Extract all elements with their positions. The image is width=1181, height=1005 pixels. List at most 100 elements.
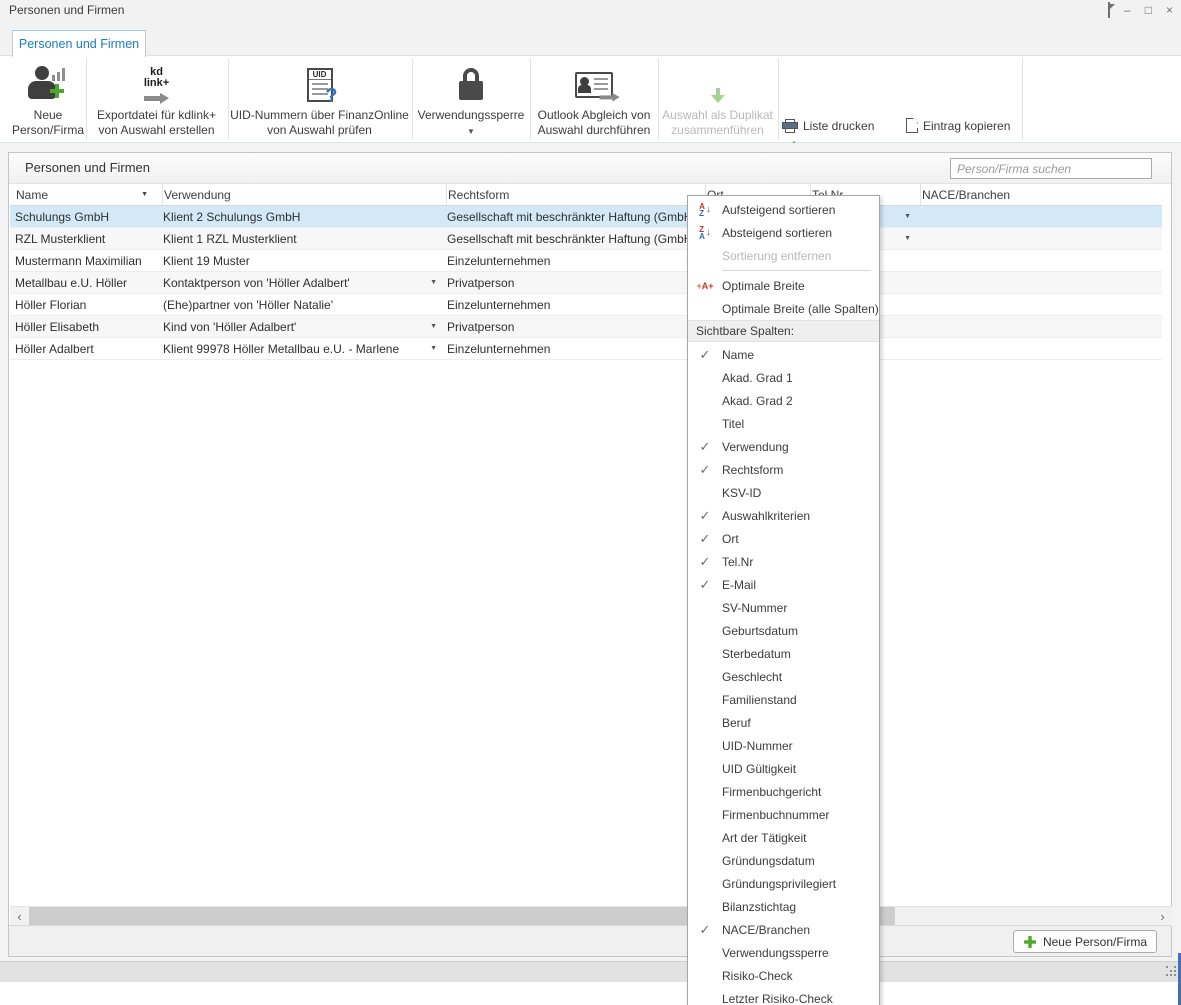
scroll-left-icon[interactable]: ‹ bbox=[10, 907, 29, 926]
menu-item-label: Optimale Breite (alle Spalten) bbox=[722, 302, 879, 316]
cell-name: Schulungs GmbH bbox=[15, 206, 163, 228]
menu-column-toggle[interactable]: ✓ Geburtsdatum bbox=[688, 619, 879, 642]
sort-ascending-icon: AZ↓ bbox=[688, 203, 722, 217]
menu-column-label: KSV-ID bbox=[722, 486, 761, 500]
menu-column-toggle[interactable]: ✓ Verwendung bbox=[688, 435, 879, 458]
new-person-firma-footer-button[interactable]: Neue Person/Firma bbox=[1013, 930, 1157, 953]
menu-item-sort-ascending[interactable]: AZ↓ Aufsteigend sortieren bbox=[688, 198, 879, 221]
menu-column-toggle[interactable]: ✓ Risiko-Check bbox=[688, 964, 879, 987]
menu-column-label: Tel.Nr bbox=[722, 555, 753, 569]
lock-icon bbox=[459, 62, 483, 108]
resize-grip[interactable] bbox=[1166, 966, 1178, 978]
menu-separator bbox=[722, 270, 871, 271]
menu-column-toggle[interactable]: ✓ Verwendungssperre bbox=[688, 941, 879, 964]
menu-column-toggle[interactable]: ✓ E-Mail bbox=[688, 573, 879, 596]
menu-column-label: E-Mail bbox=[722, 578, 756, 592]
sort-indicator-icon[interactable]: ▼ bbox=[141, 191, 148, 198]
dropdown-arrow-icon[interactable]: ▼ bbox=[430, 345, 437, 352]
menu-column-toggle[interactable]: ✓ Bilanzstichtag bbox=[688, 895, 879, 918]
cell-name: Höller Adalbert bbox=[15, 338, 163, 360]
menu-column-toggle[interactable]: ✓ Gründungsprivilegiert bbox=[688, 872, 879, 895]
menu-item-optimal-width[interactable]: +A+ Optimale Breite bbox=[688, 274, 879, 297]
print-list-button[interactable]: Liste drucken bbox=[782, 114, 905, 137]
table-row[interactable]: RZL Musterklient Klient 1 RZL Musterklie… bbox=[10, 228, 1162, 250]
menu-column-toggle[interactable]: ✓ Titel bbox=[688, 412, 879, 435]
menu-column-label: Titel bbox=[722, 417, 744, 431]
kdlink-export-button[interactable]: kdlink+ Exportdatei für kdlink+von Auswa… bbox=[87, 56, 226, 142]
minimize-icon[interactable]: – bbox=[1124, 2, 1131, 18]
outlook-sync-button[interactable]: Outlook Abgleich vonAuswahl durchführen bbox=[531, 56, 657, 142]
verwendungssperre-button[interactable]: Verwendungssperre▼ bbox=[413, 56, 529, 142]
menu-column-toggle[interactable]: ✓ SV-Nummer bbox=[688, 596, 879, 619]
menu-section-header: Sichtbare Spalten: bbox=[688, 320, 879, 342]
dropdown-arrow-icon[interactable]: ▼ bbox=[430, 279, 437, 286]
cell-verwendung: Klient 19 Muster ▼ bbox=[163, 250, 447, 272]
menu-item-label: Sortierung entfernen bbox=[722, 249, 831, 263]
cell-verwendung: Klient 99978 Höller Metallbau e.U. - Mar… bbox=[163, 338, 447, 360]
menu-item-remove-sorting[interactable]: Sortierung entfernen bbox=[688, 244, 879, 267]
table-row[interactable]: Mustermann Maximilian Klient 19 Muster ▼… bbox=[10, 250, 1162, 272]
dropdown-arrow-icon[interactable]: ▼ bbox=[904, 213, 911, 220]
menu-column-toggle[interactable]: ✓ Geschlecht bbox=[688, 665, 879, 688]
cell-verwendung: Kind von 'Höller Adalbert' ▼ bbox=[163, 316, 447, 338]
menu-column-toggle[interactable]: ✓ Firmenbuchgericht bbox=[688, 780, 879, 803]
close-icon[interactable]: × bbox=[1166, 2, 1173, 18]
menu-column-toggle[interactable]: ✓ Art der Tätigkeit bbox=[688, 826, 879, 849]
dropdown-arrow-icon[interactable]: ▼ bbox=[904, 235, 911, 242]
menu-item-sort-descending[interactable]: ZA↓ Absteigend sortieren bbox=[688, 221, 879, 244]
tab-personen-und-firmen[interactable]: Personen und Firmen bbox=[12, 30, 146, 57]
table-row[interactable]: Höller Elisabeth Kind von 'Höller Adalbe… bbox=[10, 316, 1162, 338]
menu-column-label: UID Gültigkeit bbox=[722, 762, 796, 776]
menu-column-label: Art der Tätigkeit bbox=[722, 831, 806, 845]
table-row[interactable]: Höller Florian (Ehe)partner von 'Höller … bbox=[10, 294, 1162, 316]
button-label: Person/Firma bbox=[12, 123, 84, 137]
menu-column-toggle[interactable]: ✓ Beruf bbox=[688, 711, 879, 734]
sort-descending-icon: ZA↓ bbox=[688, 226, 722, 240]
maximize-icon[interactable]: □ bbox=[1145, 2, 1152, 18]
table-header-row: Name ▼ Verwendung ▼ Rechtsform ▼ Ort ▼ bbox=[10, 184, 1162, 206]
column-header[interactable]: NACE/Branchen ▼ bbox=[921, 184, 1162, 205]
menu-column-toggle[interactable]: ✓ Sterbedatum bbox=[688, 642, 879, 665]
menu-column-toggle[interactable]: ✓ Firmenbuchnummer bbox=[688, 803, 879, 826]
table-row[interactable]: Höller Adalbert Klient 99978 Höller Meta… bbox=[10, 338, 1162, 360]
cell-nace bbox=[921, 338, 1162, 360]
menu-column-toggle[interactable]: ✓ Auswahlkriterien bbox=[688, 504, 879, 527]
search-input[interactable] bbox=[950, 158, 1152, 179]
menu-column-toggle[interactable]: ✓ Akad. Grad 1 bbox=[688, 366, 879, 389]
menu-item-label: Absteigend sortieren bbox=[722, 226, 832, 240]
column-header[interactable]: Rechtsform ▼ bbox=[447, 184, 706, 205]
app-window: Personen und Firmen – □ × Personen und F… bbox=[0, 0, 1181, 1005]
column-context-menu: AZ↓ Aufsteigend sortieren ZA↓ Absteigend… bbox=[687, 195, 880, 1005]
check-icon: ✓ bbox=[688, 531, 722, 547]
plus-icon bbox=[1024, 936, 1036, 948]
window-title: Personen und Firmen bbox=[9, 3, 124, 17]
merge-duplicate-button[interactable]: Auswahl als Duplikatzusammenführen bbox=[659, 56, 776, 142]
menu-column-toggle[interactable]: ✓ Gründungsdatum bbox=[688, 849, 879, 872]
menu-column-toggle[interactable]: ✓ Familienstand bbox=[688, 688, 879, 711]
menu-column-toggle[interactable]: ✓ UID Gültigkeit bbox=[688, 757, 879, 780]
menu-column-toggle[interactable]: ✓ NACE/Branchen bbox=[688, 918, 879, 941]
float-window-icon[interactable] bbox=[1108, 2, 1110, 18]
column-header[interactable]: Verwendung ▼ bbox=[163, 184, 447, 205]
column-header[interactable]: Name ▼ bbox=[15, 184, 163, 205]
menu-column-toggle[interactable]: ✓ UID-Nummer bbox=[688, 734, 879, 757]
duplicate-persons-icon bbox=[696, 62, 740, 108]
menu-column-toggle[interactable]: ✓ KSV-ID bbox=[688, 481, 879, 504]
menu-column-toggle[interactable]: ✓ Akad. Grad 2 bbox=[688, 389, 879, 412]
menu-column-toggle[interactable]: ✓ Name bbox=[688, 343, 879, 366]
uid-check-button[interactable]: UID? UID-Nummern über FinanzOnlinevon Au… bbox=[229, 56, 410, 142]
new-person-firma-button[interactable]: NeuePerson/Firma bbox=[10, 56, 86, 142]
menu-column-toggle[interactable]: ✓ Ort bbox=[688, 527, 879, 550]
menu-column-toggle[interactable]: ✓ Tel.Nr bbox=[688, 550, 879, 573]
table-row[interactable]: Schulungs GmbH Klient 2 Schulungs GmbH ▼… bbox=[10, 206, 1162, 228]
table-row[interactable]: Metallbau e.U. Höller Kontaktperson von … bbox=[10, 272, 1162, 294]
horizontal-scrollbar[interactable]: ‹ › bbox=[10, 906, 1172, 925]
menu-column-toggle[interactable]: ✓ Rechtsform bbox=[688, 458, 879, 481]
scroll-right-icon[interactable]: › bbox=[1153, 907, 1172, 926]
dropdown-arrow-icon[interactable]: ▼ bbox=[430, 323, 437, 330]
copy-entry-button[interactable]: Eintrag kopieren bbox=[906, 114, 1010, 137]
menu-column-label: Akad. Grad 2 bbox=[722, 394, 793, 408]
menu-item-optimal-width-all[interactable]: Optimale Breite (alle Spalten) bbox=[688, 297, 879, 320]
menu-column-toggle[interactable]: ✓ Letzter Risiko-Check bbox=[688, 987, 879, 1005]
menu-column-label: Name bbox=[722, 348, 754, 362]
